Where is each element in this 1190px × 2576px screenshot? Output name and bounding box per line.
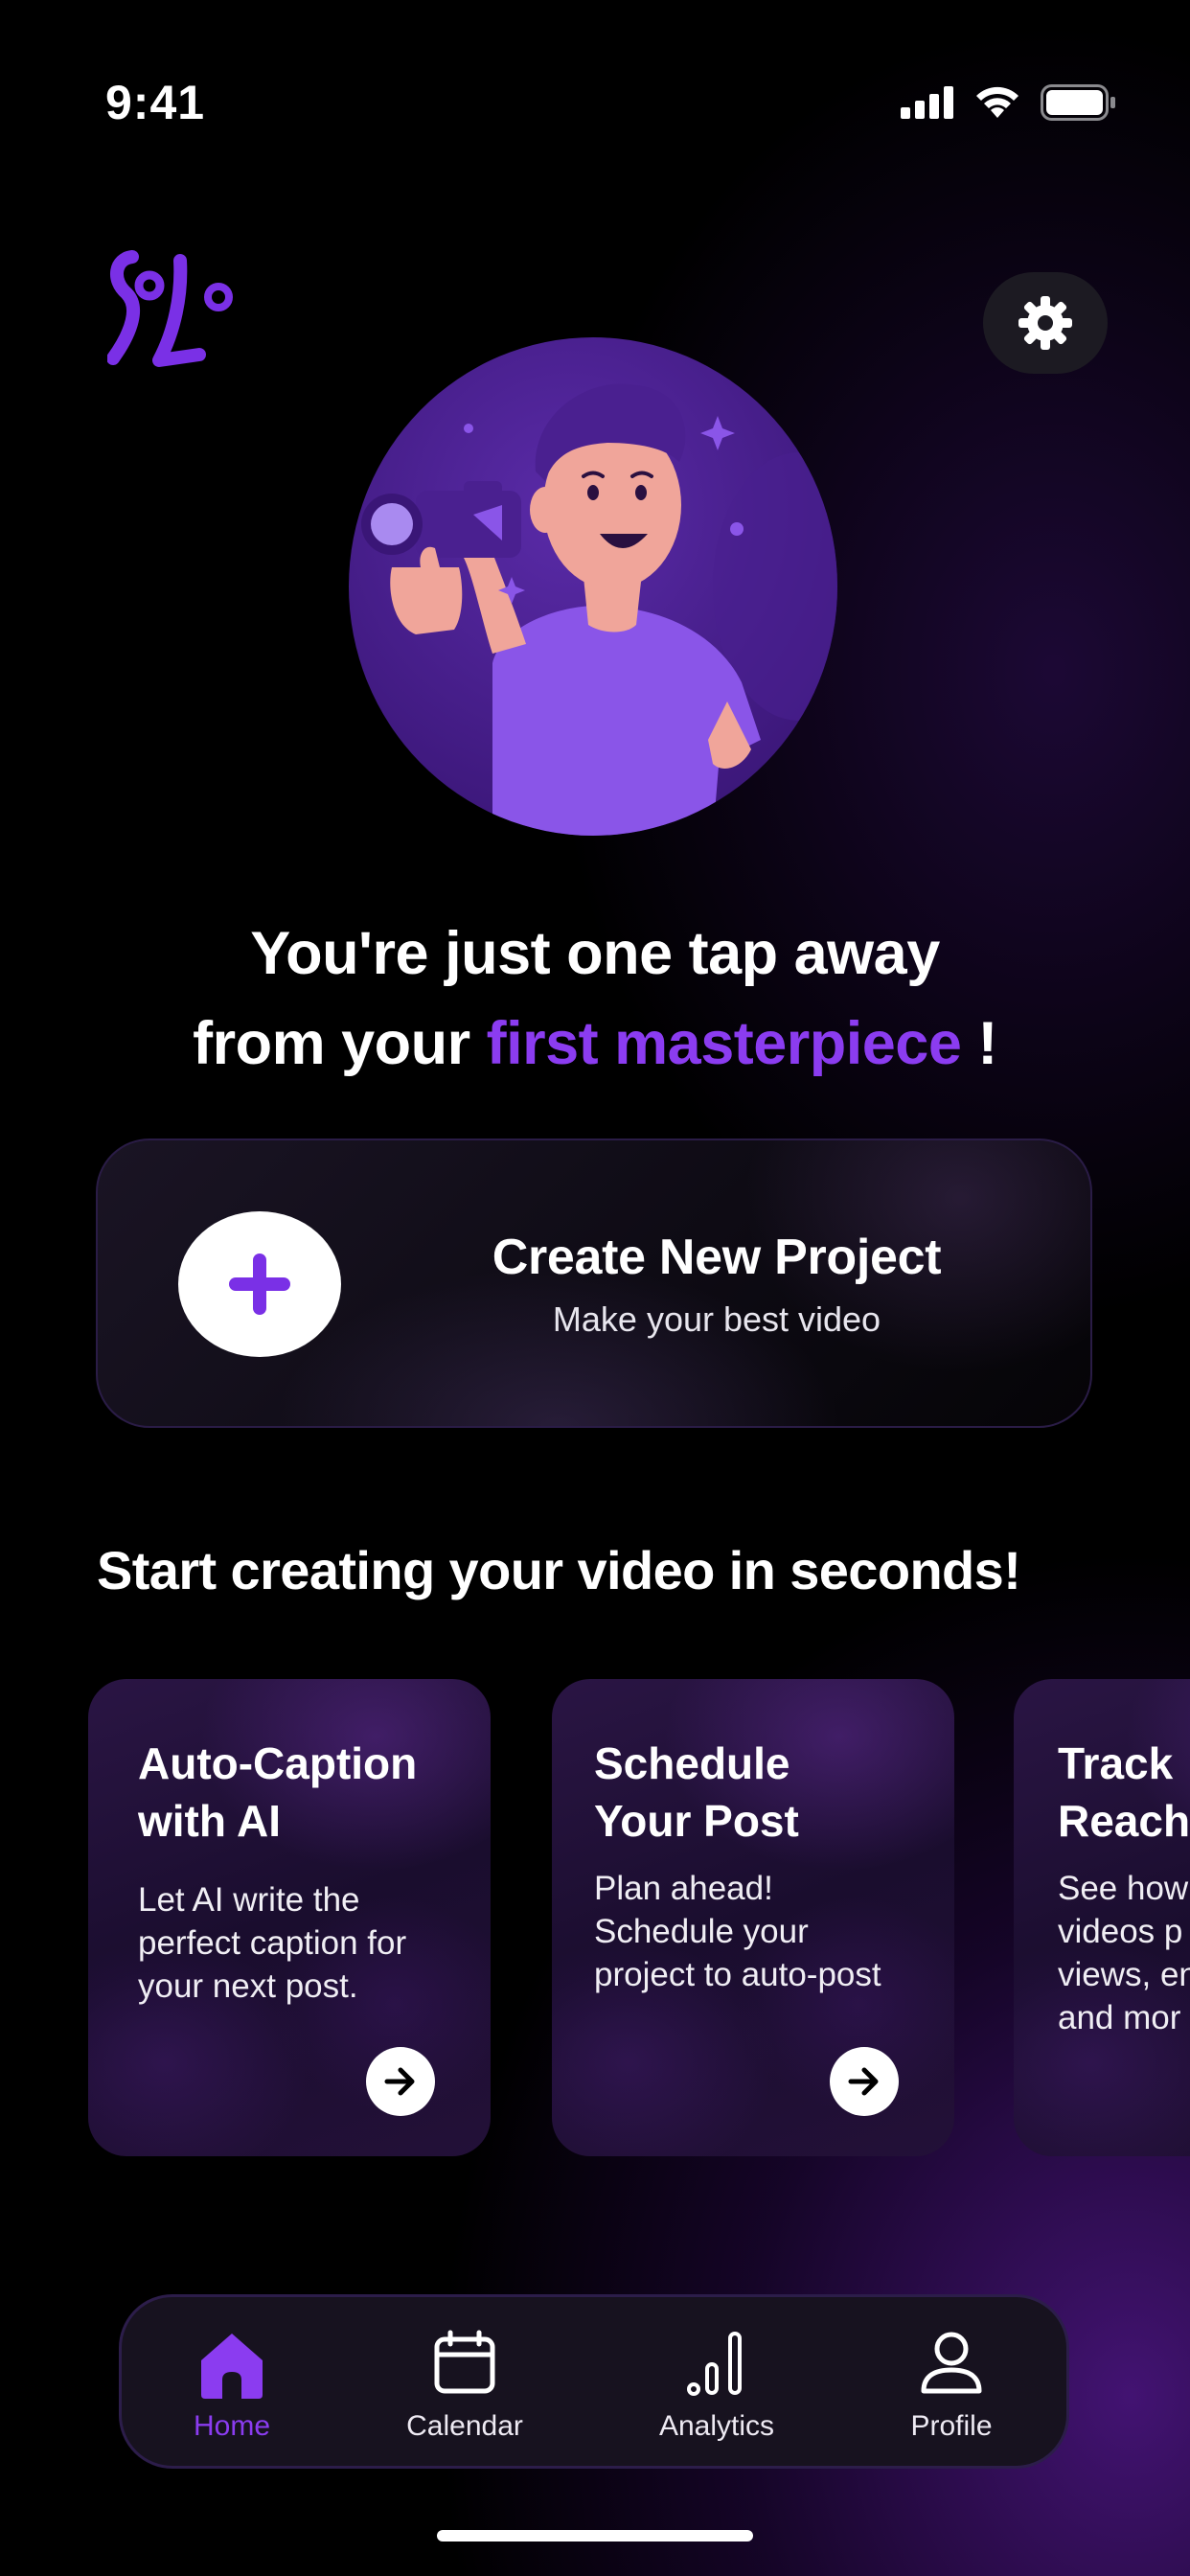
feature-description: See how videos p views, en and mor bbox=[1058, 1867, 1190, 2039]
plus-icon bbox=[229, 1254, 290, 1315]
create-project-button[interactable] bbox=[178, 1211, 341, 1357]
feature-title-line2: Your Post bbox=[594, 1796, 799, 1846]
home-icon bbox=[201, 2334, 263, 2399]
feature-desc-line3: views, en bbox=[1058, 1956, 1190, 1993]
analytics-icon bbox=[687, 2332, 742, 2396]
nav-item-home[interactable]: Home bbox=[136, 2297, 328, 2472]
settings-button[interactable] bbox=[983, 272, 1108, 374]
solo-logo bbox=[107, 250, 233, 367]
headline-line2: from your first masterpiece ! bbox=[0, 999, 1190, 1089]
nav-label: Profile bbox=[910, 2410, 993, 2442]
feature-title: Schedule Your Post bbox=[594, 1735, 920, 1850]
nav-icon-wrap bbox=[621, 2330, 812, 2403]
headline-prefix: from your bbox=[193, 1010, 487, 1077]
feature-title-line2: Reach bbox=[1058, 1796, 1190, 1846]
feature-card-schedule[interactable]: Schedule Your Post Plan ahead! Schedule … bbox=[552, 1679, 954, 2156]
nav-icon-wrap bbox=[856, 2330, 1047, 2403]
nav-item-calendar[interactable]: Calendar bbox=[369, 2297, 561, 2472]
create-project-title: Create New Project bbox=[492, 1230, 942, 1285]
headline-line1: You're just one tap away bbox=[250, 920, 940, 987]
arrow-right-icon bbox=[848, 2067, 879, 2096]
feature-title-line1: Auto-Caption bbox=[138, 1738, 418, 1788]
nav-icon-wrap bbox=[369, 2330, 561, 2403]
feature-desc-line3: your next post. bbox=[138, 1967, 358, 2005]
feature-carousel[interactable]: Auto-Caption with AI Let AI write the pe… bbox=[0, 1679, 1190, 2158]
headline-suffix: ! bbox=[961, 1010, 997, 1077]
nav-item-analytics[interactable]: Analytics bbox=[621, 2297, 812, 2472]
gear-icon bbox=[1018, 296, 1072, 350]
feature-description: Let AI write the perfect caption for you… bbox=[138, 1878, 473, 2008]
feature-desc-line1: See how bbox=[1058, 1870, 1189, 1907]
create-project-subtitle: Make your best video bbox=[552, 1300, 881, 1339]
feature-card-auto-caption[interactable]: Auto-Caption with AI Let AI write the pe… bbox=[88, 1679, 491, 2156]
feature-title: Track Reach bbox=[1058, 1735, 1190, 1850]
hero-illustration bbox=[349, 337, 837, 836]
nav-label: Home bbox=[193, 2410, 271, 2442]
feature-desc-line2: Schedule your bbox=[594, 1913, 809, 1950]
status-icons bbox=[901, 84, 1117, 121]
profile-icon bbox=[921, 2332, 982, 2394]
feature-description: Plan ahead! Schedule your project to aut… bbox=[594, 1867, 929, 1996]
home-indicator[interactable] bbox=[437, 2530, 753, 2542]
section-title: Start creating your video in seconds! bbox=[97, 1540, 1021, 1600]
feature-arrow-button[interactable] bbox=[366, 2047, 435, 2116]
hero-headline: You're just one tap away from your first… bbox=[0, 908, 1190, 1089]
feature-desc-line4: and mor bbox=[1058, 1999, 1181, 2036]
status-time: 9:41 bbox=[105, 76, 206, 129]
headline-accent: first masterpiece bbox=[486, 1010, 962, 1077]
feature-desc-line2: perfect caption for bbox=[138, 1924, 407, 1962]
feature-desc-line1: Let AI write the bbox=[138, 1881, 360, 1919]
wifi-icon bbox=[976, 86, 1018, 118]
signal-icon bbox=[901, 86, 953, 119]
feature-desc-line2: videos p bbox=[1058, 1913, 1183, 1950]
battery-icon bbox=[1041, 84, 1115, 121]
feature-title-line2: with AI bbox=[138, 1796, 282, 1846]
feature-arrow-button[interactable] bbox=[830, 2047, 899, 2116]
feature-desc-line1: Plan ahead! bbox=[594, 1870, 773, 1907]
nav-icon-wrap bbox=[136, 2330, 328, 2403]
nav-label: Calendar bbox=[406, 2410, 523, 2442]
feature-title-line1: Schedule bbox=[594, 1738, 790, 1788]
nav-item-profile[interactable]: Profile bbox=[856, 2297, 1047, 2472]
home-screen: 9:41 You're just one tap away from your … bbox=[0, 0, 1190, 2576]
create-project-card[interactable]: Create New Project Make your best video bbox=[96, 1138, 1092, 1428]
feature-card-track-reach[interactable]: Track Reach See how videos p views, en a… bbox=[1014, 1679, 1190, 2156]
nav-label: Analytics bbox=[658, 2410, 775, 2442]
feature-desc-line3: project to auto-post bbox=[594, 1956, 881, 1993]
arrow-right-icon bbox=[384, 2067, 415, 2096]
bottom-nav: Home Calendar Analytics Profile bbox=[119, 2294, 1069, 2469]
calendar-icon bbox=[434, 2330, 495, 2394]
feature-title: Auto-Caption with AI bbox=[138, 1735, 464, 1850]
feature-title-line1: Track bbox=[1058, 1738, 1174, 1788]
